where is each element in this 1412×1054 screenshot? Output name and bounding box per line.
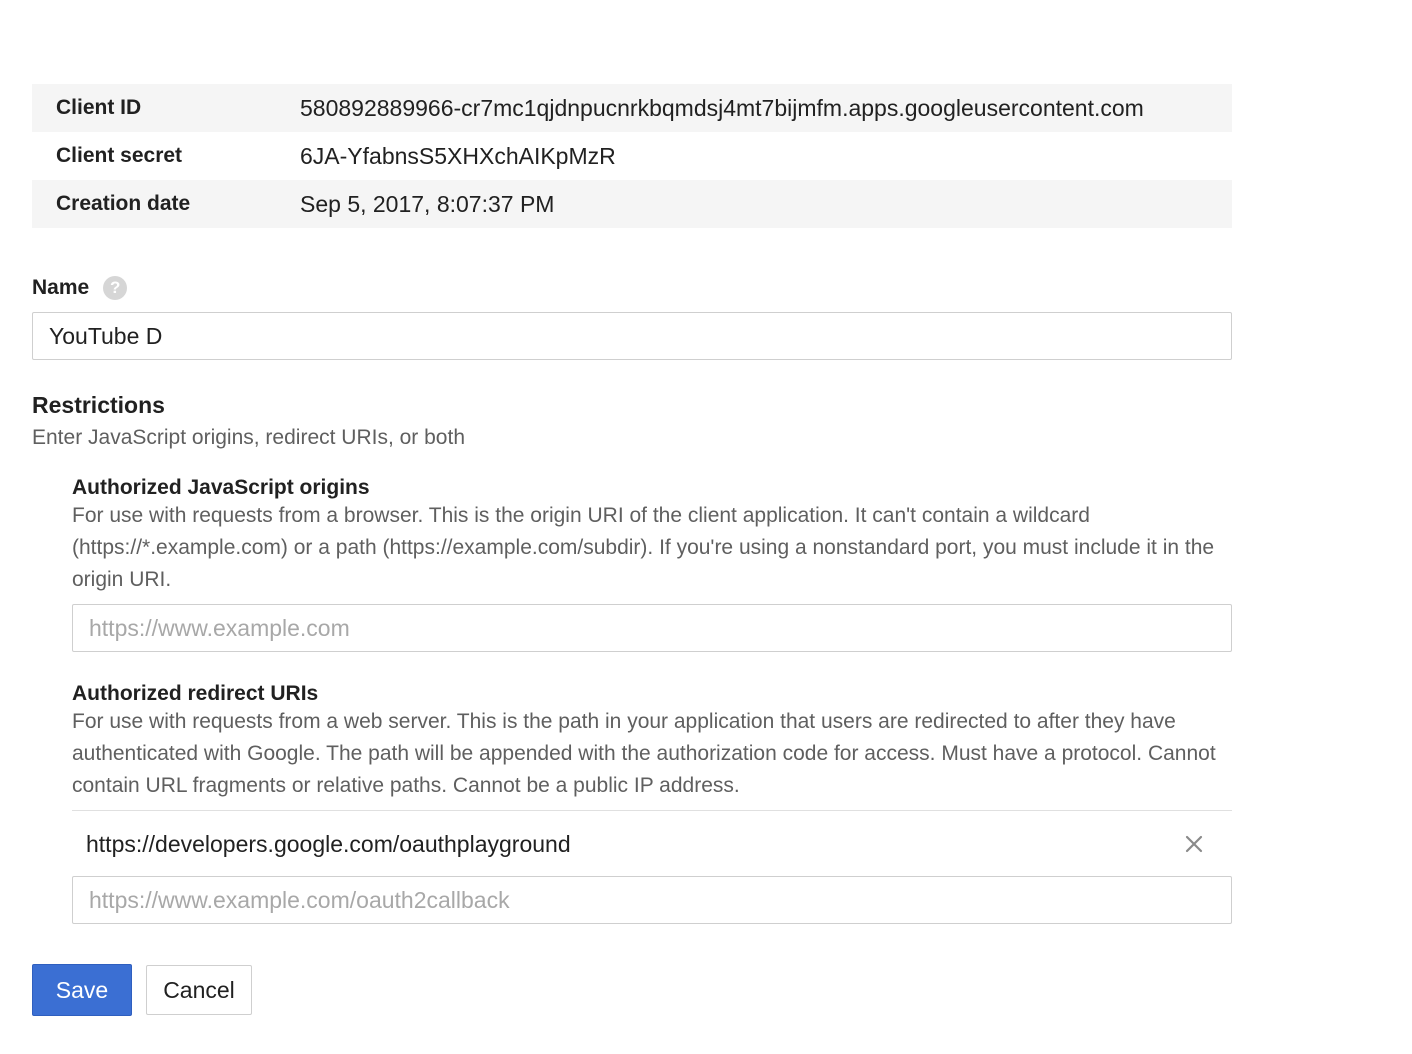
redirect-uris-description: For use with requests from a web server.… [72, 710, 1216, 797]
info-row-creation-date: Creation date Sep 5, 2017, 8:07:37 PM [32, 180, 1232, 228]
creation-date-value: Sep 5, 2017, 8:07:37 PM [300, 190, 555, 217]
js-origins-title: Authorized JavaScript origins [72, 476, 370, 499]
client-info-table: Client ID 580892889966-cr7mc1qjdnpucnrkb… [32, 84, 1232, 228]
info-row-client-secret: Client secret 6JA-YfabnsS5XHXchAIKpMzR [32, 132, 1232, 180]
cancel-button[interactable]: Cancel [146, 965, 252, 1015]
info-label: Client ID [56, 96, 142, 119]
js-origin-input[interactable] [72, 604, 1232, 652]
close-icon[interactable] [1174, 824, 1214, 864]
info-label: Creation date [56, 192, 191, 215]
save-button[interactable]: Save [32, 964, 132, 1016]
client-secret-value: 6JA-YfabnsS5XHXchAIKpMzR [300, 142, 616, 169]
redirect-uri-input[interactable] [72, 876, 1232, 924]
client-id-value: 580892889966-cr7mc1qjdnpucnrkbqmdsj4mt7b… [300, 94, 1144, 121]
name-label: Name ? [32, 276, 128, 300]
info-label: Client secret [56, 144, 183, 167]
js-origins-description: For use with requests from a browser. Th… [72, 504, 1215, 591]
divider [72, 810, 1232, 811]
name-label-text: Name [32, 276, 90, 299]
help-icon[interactable]: ? [103, 276, 128, 300]
restrictions-title: Restrictions [32, 392, 165, 418]
redirect-uris-title: Authorized redirect URIs [72, 682, 319, 705]
name-input[interactable] [32, 312, 1232, 360]
redirect-uri-entry: https://developers.google.com/oauthplayg… [72, 812, 1232, 876]
info-row-client-id: Client ID 580892889966-cr7mc1qjdnpucnrkb… [32, 84, 1232, 132]
restrictions-subtitle: Enter JavaScript origins, redirect URIs,… [32, 426, 466, 449]
redirect-uri-value: https://developers.google.com/oauthplayg… [86, 830, 571, 857]
oauth-client-edit-page: Client ID 580892889966-cr7mc1qjdnpucnrkb… [0, 0, 1412, 1054]
